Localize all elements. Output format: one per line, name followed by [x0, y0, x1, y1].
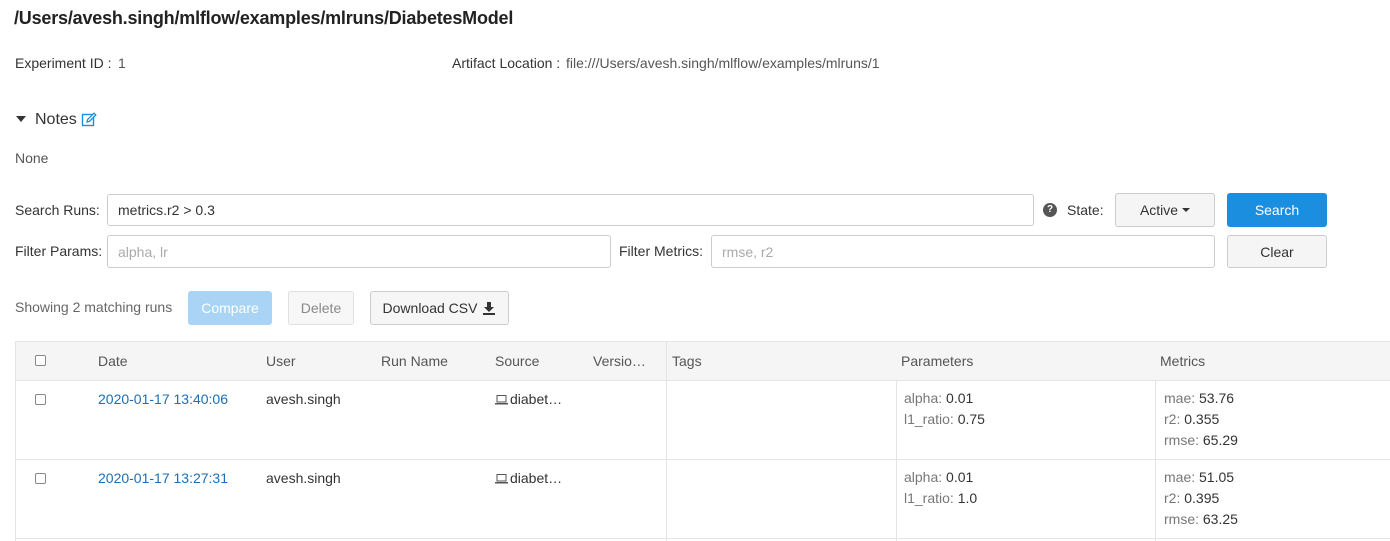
header-version[interactable]: Versio…	[593, 353, 646, 369]
run-source-text: diabet…	[510, 391, 563, 407]
run-date-link[interactable]: 2020-01-17 13:40:06	[98, 391, 228, 407]
metric-item: mae: 53.76	[1164, 390, 1235, 406]
metric-item: r2: 0.395	[1164, 490, 1220, 506]
column-divider	[1155, 381, 1156, 460]
run-parameters: alpha: 0.01 l1_ratio: 0.75	[904, 388, 985, 430]
state-dropdown-value: Active	[1139, 202, 1179, 218]
search-button[interactable]: Search	[1227, 193, 1327, 227]
download-csv-button[interactable]: Download CSV	[370, 291, 509, 325]
state-dropdown[interactable]: Active	[1115, 193, 1215, 227]
metric-item: rmse: 65.29	[1164, 432, 1238, 448]
table-row: 2020-01-17 13:27:31 avesh.singh diabet… …	[16, 460, 1390, 541]
run-metrics: mae: 51.05 r2: 0.395 rmse: 63.25	[1164, 467, 1238, 530]
clear-button[interactable]: Clear	[1227, 235, 1327, 268]
run-source-text: diabet…	[510, 470, 563, 486]
param-item: alpha: 0.01	[904, 469, 974, 485]
state-label: State:	[1067, 202, 1104, 218]
column-divider	[1155, 460, 1156, 541]
param-item: l1_ratio: 0.75	[904, 411, 985, 427]
run-source[interactable]: diabet…	[495, 391, 562, 407]
notes-title[interactable]: Notes	[35, 111, 77, 129]
column-divider	[896, 381, 897, 460]
experiment-id-value: 1	[118, 55, 126, 71]
run-parameters: alpha: 0.01 l1_ratio: 1.0	[904, 467, 977, 509]
experiment-title: /Users/avesh.singh/mlflow/examples/mlrun…	[14, 8, 514, 28]
param-item: l1_ratio: 1.0	[904, 490, 978, 506]
column-divider	[666, 460, 667, 541]
filter-params-label: Filter Params:	[15, 243, 103, 259]
experiment-id-label: Experiment ID :	[15, 55, 112, 71]
artifact-location-label: Artifact Location :	[452, 55, 561, 71]
header-date[interactable]: Date	[98, 353, 128, 369]
runs-table: Date User Run Name Source Versio… Tags P…	[15, 341, 1390, 541]
select-all-checkbox[interactable]	[35, 355, 46, 366]
table-row: 2020-01-17 13:40:06 avesh.singh diabet… …	[16, 381, 1390, 460]
metric-item: r2: 0.355	[1164, 411, 1220, 427]
metric-item: rmse: 63.25	[1164, 511, 1238, 527]
run-user: avesh.singh	[266, 391, 341, 407]
metric-item: mae: 51.05	[1164, 469, 1235, 485]
download-icon	[483, 302, 496, 315]
matching-runs-text: Showing 2 matching runs	[15, 299, 173, 315]
laptop-icon	[495, 474, 508, 484]
run-source[interactable]: diabet…	[495, 470, 562, 486]
notes-content: None	[15, 150, 49, 166]
search-runs-label: Search Runs:	[15, 202, 100, 218]
header-metrics: Metrics	[1160, 353, 1206, 369]
row-checkbox[interactable]	[35, 394, 46, 405]
artifact-location-value: file:///Users/avesh.singh/mlflow/example…	[566, 55, 880, 71]
run-metrics: mae: 53.76 r2: 0.355 rmse: 65.29	[1164, 388, 1238, 451]
filter-metrics-label: Filter Metrics:	[619, 243, 703, 259]
row-checkbox[interactable]	[35, 473, 46, 484]
filter-metrics-input[interactable]	[711, 235, 1215, 268]
filter-params-input[interactable]	[107, 235, 611, 268]
chevron-down-icon	[1182, 208, 1191, 212]
column-divider	[666, 342, 667, 382]
table-header: Date User Run Name Source Versio… Tags P…	[16, 341, 1390, 382]
column-divider	[666, 381, 667, 460]
header-tags[interactable]: Tags	[672, 353, 702, 369]
help-icon[interactable]: ?	[1043, 203, 1057, 217]
compare-button[interactable]: Compare	[188, 291, 272, 325]
header-run-name[interactable]: Run Name	[381, 353, 448, 369]
laptop-icon	[495, 395, 508, 405]
download-csv-label: Download CSV	[382, 300, 478, 316]
header-source[interactable]: Source	[495, 353, 539, 369]
edit-icon[interactable]	[81, 112, 97, 128]
run-user: avesh.singh	[266, 470, 341, 486]
search-runs-input[interactable]	[107, 194, 1034, 226]
caret-down-icon[interactable]	[16, 116, 26, 122]
delete-button[interactable]: Delete	[288, 291, 354, 325]
param-item: alpha: 0.01	[904, 390, 974, 406]
header-user[interactable]: User	[266, 353, 296, 369]
header-parameters: Parameters	[901, 353, 974, 369]
column-divider	[896, 460, 897, 541]
run-date-link[interactable]: 2020-01-17 13:27:31	[98, 470, 228, 486]
